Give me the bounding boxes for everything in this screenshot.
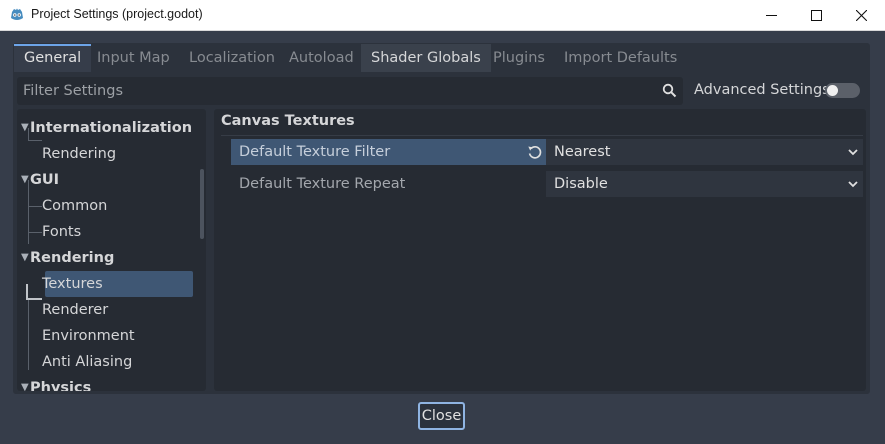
tree-item-renderer[interactable]: Renderer (17, 297, 193, 323)
texture-repeat-dropdown[interactable]: Disable (546, 171, 863, 197)
settings-panel: General Input Map Localization Autoload … (13, 43, 870, 394)
filter-settings-field (17, 77, 683, 105)
tab-general[interactable]: General (14, 44, 92, 72)
tree-section-rendering[interactable]: ▼ Rendering (17, 245, 193, 271)
tree-item-rendering[interactable]: Rendering (17, 141, 193, 167)
tree-item-textures[interactable]: Textures (17, 271, 193, 297)
toggle-knob (827, 85, 838, 96)
settings-inspector: Canvas Textures Default Texture Filter N… (214, 109, 866, 391)
texture-filter-dropdown[interactable]: Nearest (546, 139, 863, 165)
section-title: Canvas Textures (221, 113, 355, 129)
tree-item-fonts[interactable]: Fonts (17, 219, 193, 245)
tree-scrollbar-thumb[interactable] (200, 169, 204, 239)
property-name: Default Texture Filter (231, 139, 546, 165)
tab-autoload[interactable]: Autoload (279, 44, 364, 72)
advanced-settings-toggle[interactable] (825, 83, 860, 98)
tree-scrollbar[interactable] (200, 111, 204, 389)
search-icon[interactable] (662, 83, 677, 98)
minimize-button[interactable] (748, 0, 794, 31)
chevron-down-icon: ▼ (21, 382, 29, 391)
project-settings-dialog: General Input Map Localization Autoload … (0, 31, 885, 444)
chevron-down-icon: ▼ (21, 174, 29, 185)
tab-plugins[interactable]: Plugins (483, 44, 555, 72)
dropdown-value: Disable (554, 176, 608, 192)
dropdown-value: Nearest (554, 144, 611, 160)
revert-icon[interactable] (527, 144, 543, 160)
tab-import-defaults[interactable]: Import Defaults (554, 44, 687, 72)
window-title: Project Settings (project.godot) (31, 7, 203, 21)
tree-section-physics[interactable]: ▼ Physics (17, 375, 193, 391)
tree-item-common[interactable]: Common (17, 193, 193, 219)
close-window-button[interactable] (838, 0, 884, 31)
chevron-down-icon (848, 181, 858, 188)
close-button[interactable]: Close (418, 402, 465, 430)
filter-settings-input[interactable] (17, 77, 647, 105)
chevron-down-icon (848, 149, 858, 156)
chevron-down-icon: ▼ (21, 122, 29, 133)
property-row-texture-repeat: Default Texture Repeat Disable (231, 171, 863, 197)
maximize-button[interactable] (793, 0, 839, 31)
godot-logo-icon (11, 8, 23, 20)
tab-bar: General Input Map Localization Autoload … (13, 43, 870, 73)
property-name: Default Texture Repeat (239, 176, 406, 192)
settings-tree: ▼ Internationalization Rendering ▼ GUI C… (17, 109, 206, 391)
minimize-icon (765, 15, 777, 16)
tree-item-anti-aliasing[interactable]: Anti Aliasing (17, 349, 193, 375)
tab-input-map[interactable]: Input Map (87, 44, 180, 72)
tree-section-internationalization[interactable]: ▼ Internationalization (17, 115, 193, 141)
tree-section-gui[interactable]: ▼ GUI (17, 167, 193, 193)
close-icon (855, 10, 867, 21)
section-divider (221, 135, 863, 136)
tab-localization[interactable]: Localization (179, 44, 285, 72)
title-bar: Project Settings (project.godot) (0, 0, 885, 31)
chevron-down-icon: ▼ (21, 252, 29, 263)
tab-shader-globals[interactable]: Shader Globals (361, 44, 491, 72)
tree-item-environment[interactable]: Environment (17, 323, 193, 349)
maximize-icon (810, 10, 822, 21)
property-row-texture-filter: Default Texture Filter Nearest (231, 139, 863, 165)
advanced-settings-label: Advanced Settings (694, 82, 830, 98)
